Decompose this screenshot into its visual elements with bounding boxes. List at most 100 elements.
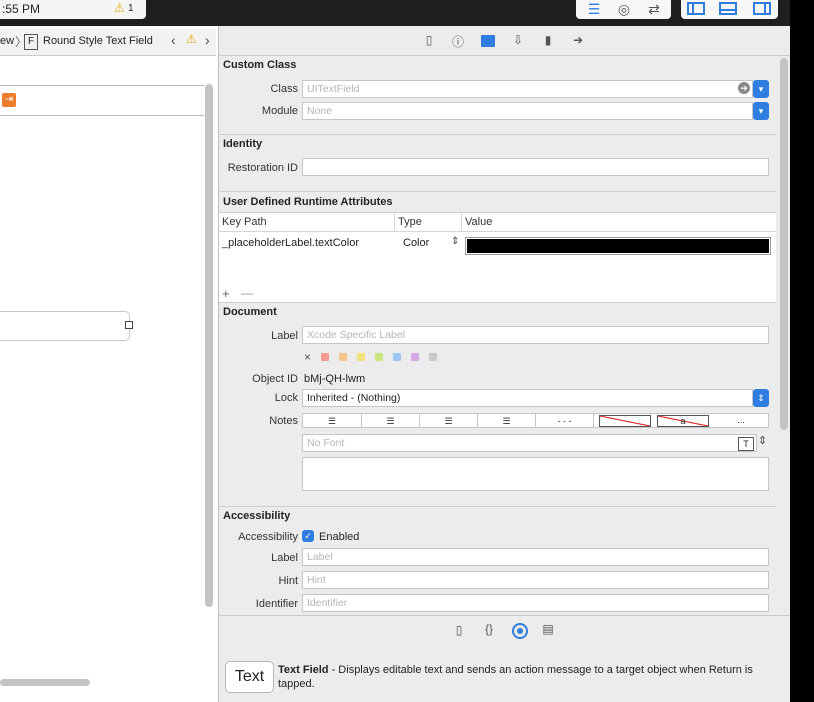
section-separator <box>219 134 776 135</box>
inspector-scrollbar[interactable] <box>780 58 788 430</box>
label-color-swatch[interactable] <box>393 353 401 361</box>
document-label-field[interactable]: Xcode Specific Label <box>302 326 769 344</box>
label-color-swatch[interactable] <box>357 353 365 361</box>
text-field-thumbnail[interactable]: Text <box>225 661 274 693</box>
section-separator <box>219 506 776 507</box>
align-right-icon[interactable]: ☰ <box>420 414 478 428</box>
module-label: Module <box>261 105 298 117</box>
library-list: Text Text Field - Displays editable text… <box>219 646 790 702</box>
type-stepper-icon[interactable]: ⇕ <box>451 236 459 247</box>
jump-bar: ew 〉 F Round Style Text Field ‹ ⚠ › <box>0 29 216 56</box>
window-edge <box>790 0 814 702</box>
notes-format-bar: ☰ ☰ ☰ ☰ - - - a ... <box>302 413 769 428</box>
assistant-editor-icon[interactable]: ◎ <box>612 1 636 18</box>
utilities-toggle-icon[interactable] <box>753 2 771 15</box>
object-library-icon[interactable] <box>512 623 528 639</box>
label-color-swatches <box>321 353 441 362</box>
help-inspector-icon[interactable]: ⓘ <box>450 33 466 50</box>
file-inspector-icon[interactable]: ▯ <box>421 33 437 47</box>
attributes-inspector-icon[interactable]: ⇩ <box>510 33 526 47</box>
align-natural-icon[interactable]: - - - <box>536 414 594 428</box>
clear-label-color-icon[interactable]: × <box>304 350 311 364</box>
standard-editor-icon[interactable]: ☰ <box>582 1 606 18</box>
warning-count: 1 <box>128 3 134 14</box>
text-color-well[interactable] <box>599 415 651 427</box>
back-chevron-icon[interactable]: ‹ <box>171 32 176 48</box>
vertical-scrollbar[interactable] <box>205 84 213 607</box>
navigator-toggle-icon[interactable] <box>687 2 705 15</box>
align-justify-icon[interactable]: ☰ <box>478 414 536 428</box>
lock-stepper-icon[interactable]: ⇕ <box>753 389 769 407</box>
breadcrumb-prev[interactable]: ew <box>0 35 14 47</box>
resize-handle[interactable] <box>125 321 133 329</box>
column-header-type[interactable]: Type <box>398 216 422 228</box>
color-well[interactable] <box>465 237 771 255</box>
object-id-value: bMj-QH-lwm <box>304 373 366 385</box>
accessibility-title: Accessibility <box>223 510 291 522</box>
class-navigate-icon[interactable]: ➜ <box>738 82 750 94</box>
identifier-field[interactable]: Identifier <box>302 594 769 612</box>
canvas <box>0 26 218 702</box>
accessibility-enabled-checkbox[interactable]: ✓ <box>302 530 314 542</box>
hint-field[interactable]: Hint <box>302 571 769 589</box>
remove-attribute-button[interactable]: — <box>241 286 253 300</box>
media-library-icon[interactable]: ▤ <box>540 622 556 636</box>
align-left-icon[interactable]: ☰ <box>303 414 362 428</box>
class-dropdown-icon[interactable]: ▾ <box>753 80 769 98</box>
align-center-icon[interactable]: ☰ <box>362 414 420 428</box>
restoration-id-field[interactable] <box>302 158 769 176</box>
debug-toggle-icon[interactable] <box>719 2 737 15</box>
object-id-label: Object ID <box>252 373 298 385</box>
editor-segmented-control: ☰ ◎ ⇄ <box>576 0 671 19</box>
accessibility-label: Accessibility <box>238 531 298 543</box>
module-dropdown-icon[interactable]: ▾ <box>753 102 769 120</box>
library-item-description[interactable]: Text Field - Displays editable text and … <box>278 663 758 691</box>
table-header: Key Path Type Value <box>219 213 776 232</box>
issue-warning-icon[interactable]: ⚠ <box>186 32 197 46</box>
label-color-swatch[interactable] <box>429 353 437 361</box>
module-field[interactable]: None <box>302 102 753 120</box>
version-editor-icon[interactable]: ⇄ <box>642 1 666 18</box>
font-field[interactable]: No Font <box>302 434 757 452</box>
notes-more-button[interactable]: ... <box>715 414 767 427</box>
code-snippet-library-icon[interactable]: {} <box>481 622 497 636</box>
forward-chevron-icon[interactable]: › <box>205 32 210 48</box>
text-field-canvas-element[interactable] <box>0 311 130 341</box>
column-header-key-path[interactable]: Key Path <box>222 216 267 228</box>
document-label-label: Label <box>271 330 298 342</box>
file-template-library-icon[interactable]: ▯ <box>451 623 467 637</box>
library-item-text: - Displays editable text and sends an ac… <box>278 664 753 690</box>
identity-title: Identity <box>223 138 263 150</box>
table-row[interactable]: _placeholderLabel.textColor Color ⇕ <box>219 233 776 259</box>
horizontal-scrollbar[interactable] <box>0 679 90 686</box>
font-stepper-icon[interactable]: ⇕ <box>758 434 767 447</box>
scene-divider <box>0 85 204 86</box>
label-color-swatch[interactable] <box>411 353 419 361</box>
add-attribute-button[interactable]: + <box>222 286 230 301</box>
warning-icon[interactable]: ⚠ <box>114 1 125 15</box>
restoration-id-label: Restoration ID <box>227 162 298 174</box>
breadcrumb-current[interactable]: Round Style Text Field <box>43 35 153 47</box>
column-header-value[interactable]: Value <box>465 216 492 228</box>
section-separator <box>219 191 776 192</box>
label-color-swatch[interactable] <box>321 353 329 361</box>
label-color-swatch[interactable] <box>339 353 347 361</box>
row-type[interactable]: Color <box>403 237 429 249</box>
label-color-swatch[interactable] <box>375 353 383 361</box>
class-field[interactable]: UITextField <box>302 80 753 98</box>
runtime-attributes-table: Key Path Type Value _placeholderLabel.te… <box>219 212 776 303</box>
connections-inspector-icon[interactable]: ➜ <box>570 33 586 47</box>
exit-icon[interactable]: ⇥ <box>2 93 16 107</box>
font-picker-icon[interactable]: T <box>738 437 754 451</box>
lock-popup[interactable]: Inherited - (Nothing) <box>302 389 753 407</box>
identity-inspector-icon[interactable] <box>481 35 495 47</box>
identifier-label: Identifier <box>255 598 298 610</box>
size-inspector-icon[interactable]: ▮ <box>540 33 556 47</box>
class-label: Class <box>270 83 298 95</box>
notes-text-area[interactable] <box>302 457 769 491</box>
library-tab-bar: ▯ {} ▤ <box>219 615 790 647</box>
row-key-path[interactable]: _placeholderLabel.textColor <box>222 237 359 249</box>
accessibility-label-field[interactable]: Label <box>302 548 769 566</box>
accessibility-label-label: Label <box>271 552 298 564</box>
background-color-well[interactable]: a <box>657 415 709 427</box>
